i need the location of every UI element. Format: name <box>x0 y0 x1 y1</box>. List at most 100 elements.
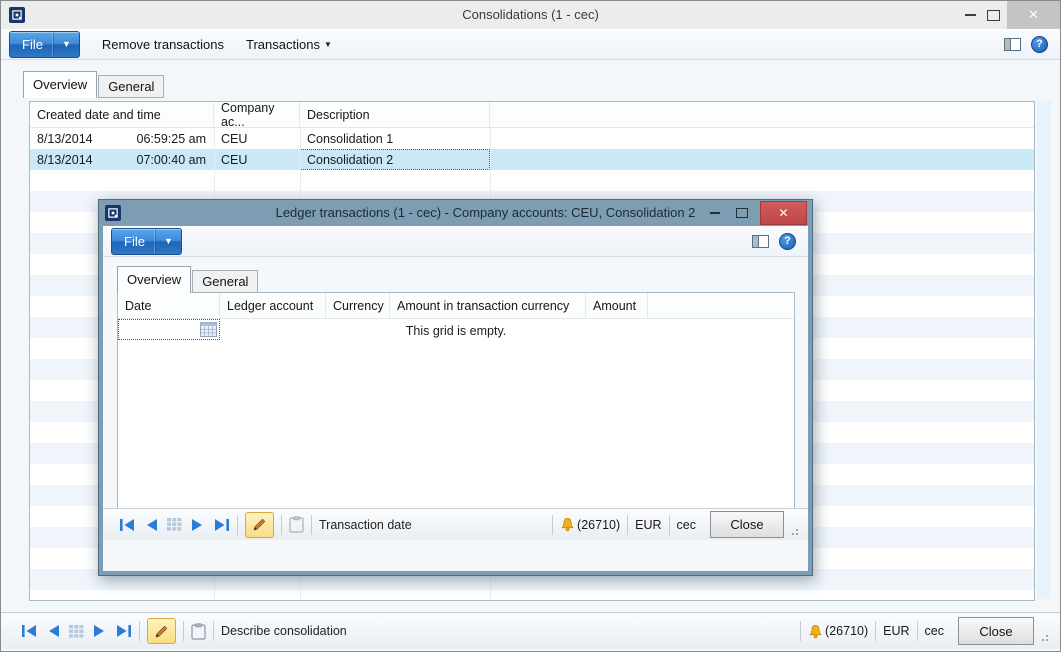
file-menu-label: File <box>124 234 155 249</box>
child-maximize-button[interactable] <box>736 200 748 226</box>
file-menu-dropdown-icon: ▼ <box>53 32 79 57</box>
last-record-icon[interactable] <box>213 518 230 532</box>
cell-created-datetime[interactable]: 8/13/2014 07:00:40 am <box>30 149 214 170</box>
cell-description[interactable]: Consolidation 1 <box>300 128 490 149</box>
column-header-currency[interactable]: Currency <box>326 293 390 318</box>
grid-header: Date Ledger account Currency Amount in t… <box>118 293 794 319</box>
status-company: cec <box>677 518 696 532</box>
maximize-icon <box>987 10 1000 21</box>
clipboard-icon[interactable] <box>191 623 206 640</box>
previous-record-icon[interactable] <box>145 518 158 532</box>
column-header-ledger-account[interactable]: Ledger account <box>220 293 326 318</box>
cell-created-datetime[interactable]: 8/13/2014 06:59:25 am <box>30 128 214 149</box>
first-record-icon[interactable] <box>21 624 38 638</box>
file-menu-dropdown-icon: ▼ <box>155 229 181 254</box>
status-currency: EUR <box>883 624 909 638</box>
help-icon[interactable]: ? <box>1031 36 1048 53</box>
resize-grip[interactable] <box>1038 631 1048 641</box>
column-header-amount-transaction-currency[interactable]: Amount in transaction currency <box>390 293 586 318</box>
column-header-empty <box>648 293 794 318</box>
column-header-date[interactable]: Date <box>118 293 220 318</box>
child-minimize-button[interactable] <box>710 200 720 226</box>
column-header-empty <box>490 102 1034 127</box>
main-tab-overview[interactable]: Overview <box>23 71 97 98</box>
next-record-icon[interactable] <box>93 624 106 638</box>
notifications-bell-icon[interactable] <box>808 624 823 639</box>
status-currency: EUR <box>635 518 661 532</box>
column-header-amount[interactable]: Amount <box>586 293 648 318</box>
transactions-dropdown-icon: ▼ <box>324 40 332 49</box>
help-icon[interactable]: ? <box>779 233 796 250</box>
main-close-button[interactable]: ✕ <box>1007 1 1060 29</box>
cell-date: 8/13/2014 <box>37 153 93 167</box>
statusbar-divider <box>875 621 876 641</box>
edit-record-button[interactable] <box>245 512 274 538</box>
statusbar-divider <box>627 515 628 535</box>
menu-item-transactions[interactable]: Transactions ▼ <box>246 37 332 52</box>
statusbar-divider <box>281 515 282 535</box>
child-titlebar: Ledger transactions (1 - cec) - Company … <box>99 200 812 226</box>
statusbar-divider <box>139 621 140 641</box>
statusbar-divider <box>669 515 670 535</box>
ledger-transactions-grid: Date Ledger account Currency Amount in t… <box>117 292 795 529</box>
child-menubar-right: ? <box>752 233 808 250</box>
child-menubar: File ▼ ? <box>103 226 808 257</box>
main-file-menu-button[interactable]: File ▼ <box>9 31 80 58</box>
child-statusbar-right: (26710) EUR cec Close <box>545 511 800 538</box>
child-close-button[interactable]: ✕ <box>760 201 807 225</box>
last-record-icon[interactable] <box>115 624 132 638</box>
main-close-form-button[interactable]: Close <box>958 617 1034 645</box>
first-record-icon[interactable] <box>119 518 136 532</box>
main-tab-general[interactable]: General <box>98 75 164 98</box>
statusbar-divider <box>183 621 184 641</box>
record-navigation <box>21 624 132 638</box>
child-close-form-button[interactable]: Close <box>710 511 784 538</box>
layout-panes-icon[interactable] <box>1004 38 1021 51</box>
main-minimize-button[interactable] <box>965 1 976 29</box>
resize-grip[interactable] <box>788 525 798 535</box>
grid-view-icon[interactable] <box>167 518 182 531</box>
grid-view-icon[interactable] <box>69 625 84 638</box>
child-statusbar: Transaction date (26710) EUR cec Close <box>103 508 808 540</box>
vertical-scrollbar[interactable] <box>1037 101 1051 599</box>
status-hint: Describe consolidation <box>221 624 347 638</box>
statusbar-divider <box>800 621 801 641</box>
dynamics-ax-app-icon <box>105 205 121 221</box>
cell-time: 07:00:40 am <box>137 153 207 167</box>
child-window-body: File ▼ ? Overview General Date Ledger ac… <box>103 226 808 571</box>
cell-company[interactable]: CEU <box>214 128 300 149</box>
notifications-bell-icon[interactable] <box>560 517 575 532</box>
record-navigation <box>119 518 230 532</box>
pencil-icon <box>252 517 267 532</box>
notification-count[interactable]: (26710) <box>577 518 620 532</box>
file-menu-label: File <box>22 37 53 52</box>
cell-company[interactable]: CEU <box>214 149 300 170</box>
ledger-transactions-window: Ledger transactions (1 - cec) - Company … <box>98 199 813 576</box>
maximize-icon <box>736 208 748 218</box>
child-file-menu-button[interactable]: File ▼ <box>111 228 182 255</box>
pencil-icon <box>154 624 169 639</box>
main-tabstrip: Overview General <box>23 71 164 98</box>
column-header-description[interactable]: Description <box>300 102 490 127</box>
column-header-company-accounts[interactable]: Company ac... <box>214 102 300 127</box>
notification-count[interactable]: (26710) <box>825 624 868 638</box>
table-row[interactable]: 8/13/2014 06:59:25 am CEU Consolidation … <box>30 128 1034 149</box>
status-hint: Transaction date <box>319 518 412 532</box>
layout-panes-icon[interactable] <box>752 235 769 248</box>
child-tab-overview[interactable]: Overview <box>117 266 191 293</box>
status-company: cec <box>925 624 944 638</box>
menu-item-remove-transactions[interactable]: Remove transactions <box>102 37 224 52</box>
clipboard-icon[interactable] <box>289 516 304 533</box>
previous-record-icon[interactable] <box>47 624 60 638</box>
next-record-icon[interactable] <box>191 518 204 532</box>
dynamics-ax-glyph <box>107 207 119 219</box>
edit-record-button[interactable] <box>147 618 176 644</box>
child-content: Overview General Date Ledger account Cur… <box>103 256 808 540</box>
cell-description-focused[interactable]: Consolidation 2 <box>300 149 490 170</box>
main-maximize-button[interactable] <box>987 1 1000 29</box>
child-tab-general[interactable]: General <box>192 270 258 293</box>
statusbar-divider <box>917 621 918 641</box>
column-header-created-date-time[interactable]: Created date and time <box>30 102 214 127</box>
table-row-selected[interactable]: 8/13/2014 07:00:40 am CEU Consolidation … <box>30 149 1034 170</box>
consolidations-window: { "glyphs": { "file_arrow": "▼", "menu_a… <box>0 0 1061 652</box>
